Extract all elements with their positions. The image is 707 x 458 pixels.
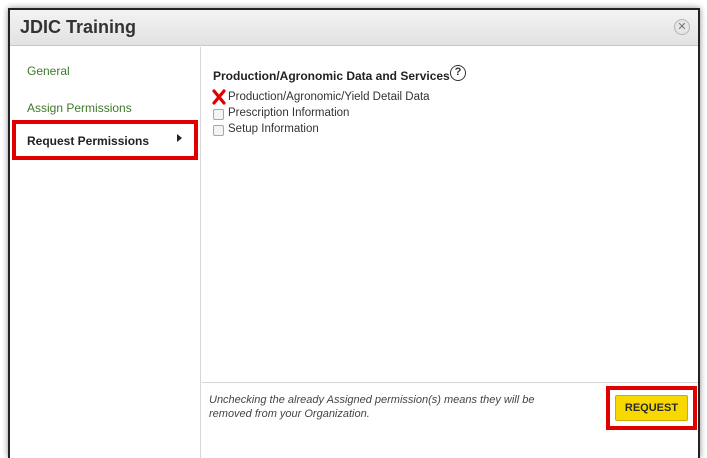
sidebar-item-assign-permissions[interactable]: Assign Permissions — [10, 94, 201, 122]
permission-label: Production/Agronomic/Yield Detail Data — [228, 91, 430, 103]
sidebar-item-label: Assign Permissions — [27, 101, 132, 115]
footer-note: Unchecking the already Assigned permissi… — [209, 394, 535, 420]
permission-label: Prescription Information — [228, 107, 350, 119]
dialog-title: JDIC Training — [20, 17, 137, 37]
permission-label: Setup Information — [228, 123, 319, 135]
request-button[interactable]: REQUEST — [615, 395, 688, 421]
permission-checkbox[interactable] — [213, 109, 224, 120]
sidebar: General Assign Permissions Request Permi… — [10, 47, 201, 458]
sidebar-item-general[interactable]: General — [10, 57, 201, 85]
caret-right-icon — [177, 134, 182, 142]
question-circle-icon[interactable]: ? — [450, 65, 466, 81]
sidebar-item-label: Request Permissions — [27, 134, 150, 148]
request-highlight: REQUEST — [606, 386, 697, 430]
close-icon[interactable]: ✕ — [674, 19, 690, 35]
dialog-titlebar: JDIC Training ✕ — [10, 10, 698, 46]
sidebar-item-request-permissions[interactable]: Request Permissions — [12, 120, 198, 160]
permission-checkbox[interactable] — [213, 125, 224, 136]
section-title: Production/Agronomic Data and Services — [213, 69, 450, 83]
sidebar-item-label: General — [27, 64, 70, 78]
dialog-footer: Unchecking the already Assigned permissi… — [202, 382, 698, 430]
red-x-icon[interactable] — [212, 89, 226, 105]
permissions-dialog: JDIC Training ✕ General Assign Permissio… — [8, 8, 700, 458]
